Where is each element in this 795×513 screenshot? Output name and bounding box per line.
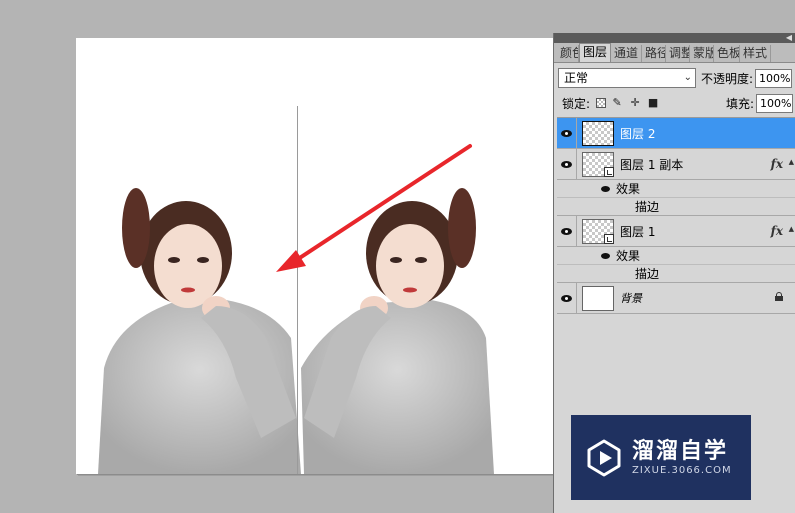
visibility-toggle[interactable] (557, 216, 577, 246)
blend-mode-select[interactable]: 正常 ⌄ (558, 68, 696, 88)
tab-color[interactable]: 颜色 (557, 45, 579, 62)
tab-swatches[interactable]: 色板 (714, 45, 741, 62)
fill-label: 填充: (725, 96, 754, 111)
layer-thumbnail (582, 151, 614, 177)
effects-row[interactable]: 效果 (557, 247, 795, 265)
smart-object-icon (604, 166, 614, 177)
watermark-url: ZIXUE.3066.COM (632, 465, 732, 476)
smart-object-icon (604, 233, 614, 244)
lock-transparent-pixels-icon[interactable] (596, 98, 607, 108)
layer-row-layer-1-copy[interactable]: 图层 1 副本 fx ▲ (557, 149, 795, 180)
layer-thumbnail (582, 218, 614, 244)
eye-icon[interactable] (601, 252, 610, 259)
fx-icon[interactable]: fx (771, 224, 783, 238)
chevron-down-icon: ⌄ (683, 72, 692, 83)
lock-all-icon[interactable]: ■ (646, 96, 660, 110)
tab-styles[interactable]: 样式 (740, 45, 772, 62)
visibility-toggle[interactable] (557, 118, 577, 148)
red-arrow-annotation (276, 144, 472, 272)
layer-thumbnail (582, 120, 614, 146)
layer-row-layer-2[interactable]: 图层 2 (557, 118, 795, 149)
stroke-effect-label: 描边 (635, 200, 660, 214)
expand-effects-icon[interactable]: ▲ (789, 225, 794, 233)
visibility-toggle[interactable] (557, 149, 577, 179)
eye-icon (561, 160, 572, 168)
eye-icon (561, 129, 572, 137)
stroke-effect-label: 描边 (635, 267, 660, 281)
layer-name: 图层 2 (620, 126, 656, 141)
blend-mode-value: 正常 (564, 71, 589, 85)
lock-label: 锁定: (562, 96, 591, 111)
effects-label: 效果 (616, 182, 641, 196)
play-logo-icon (587, 439, 621, 476)
stroke-effect-row[interactable]: 描边 (557, 198, 795, 216)
tab-channels[interactable]: 通道 (611, 45, 643, 62)
fill-input[interactable]: 100% (756, 93, 793, 113)
layer-name: 图层 1 副本 (620, 157, 684, 172)
eye-icon[interactable] (601, 185, 610, 192)
document-canvas[interactable] (76, 38, 553, 474)
layer-thumbnail (582, 285, 614, 311)
lock-icon (775, 292, 783, 301)
panel-tabs: 颜色 图层 通道 路径 调整 蒙版 色板 样式 (554, 43, 795, 63)
layer-name: 背景 (620, 292, 642, 305)
blend-row: 正常 ⌄ 不透明度: 100% (558, 67, 793, 89)
layer-name: 图层 1 (620, 224, 656, 239)
opacity-label: 不透明度: (701, 71, 754, 86)
panel-title-bar[interactable]: ◀ (554, 33, 795, 43)
lock-image-pixels-icon[interactable]: ✎ (610, 96, 624, 110)
lock-position-icon[interactable]: ✛ (628, 96, 642, 110)
tab-adjustments[interactable]: 调整 (666, 45, 691, 62)
tab-masks[interactable]: 蒙版 (690, 45, 715, 62)
layer-row-background[interactable]: 背景 (557, 283, 795, 314)
tab-layers[interactable]: 图层 (579, 43, 612, 62)
watermark-title: 溜溜自学 (632, 439, 729, 464)
layers-list: 图层 2 图层 1 副本 fx ▲ 效果 描边 图层 1 fx ▲ 效果 描边 … (557, 117, 795, 317)
eye-icon (561, 227, 572, 235)
effects-label: 效果 (616, 249, 641, 263)
expand-effects-icon[interactable]: ▲ (789, 158, 794, 166)
effects-row[interactable]: 效果 (557, 180, 795, 198)
tab-paths[interactable]: 路径 (642, 45, 667, 62)
stroke-effect-row[interactable]: 描边 (557, 265, 795, 283)
watermark-logo: 溜溜自学 ZIXUE.3066.COM (571, 415, 751, 500)
visibility-toggle[interactable] (557, 283, 577, 313)
fx-icon[interactable]: fx (771, 157, 783, 171)
lock-row: 锁定: ✎ ✛ ■ 填充: 100% (558, 93, 793, 113)
eye-icon (561, 294, 572, 302)
layer-row-layer-1[interactable]: 图层 1 fx ▲ (557, 216, 795, 247)
opacity-input[interactable]: 100% (755, 68, 793, 88)
collapse-panel-icon[interactable]: ◀ (786, 33, 792, 43)
